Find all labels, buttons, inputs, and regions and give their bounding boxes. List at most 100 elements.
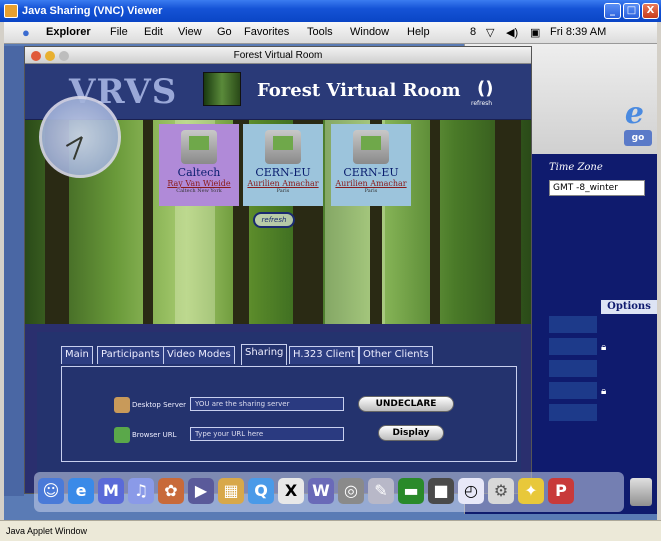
- close-window-icon[interactable]: [31, 51, 41, 61]
- table-row: [549, 338, 597, 356]
- itunes-icon[interactable]: ♫: [128, 478, 154, 504]
- display-icon[interactable]: ▣: [530, 26, 540, 39]
- menu-favorites[interactable]: Favorites: [244, 26, 289, 38]
- app-icon[interactable]: W: [308, 478, 334, 504]
- participant-caltech[interactable]: Caltech Ray Van Wieide Caltech New York: [159, 124, 239, 206]
- apple-menu-icon[interactable]: ●: [22, 25, 30, 40]
- refresh-label: refresh: [471, 100, 493, 107]
- preferences-icon[interactable]: ⚙: [488, 478, 514, 504]
- forest-window-titlebar: Forest Virtual Room: [25, 47, 531, 64]
- computer-icon: [265, 130, 301, 164]
- menu-edit[interactable]: Edit: [144, 26, 163, 38]
- participant-cern-2[interactable]: CERN-EU Aurilien Amachar Paris: [331, 124, 411, 206]
- refresh-icon[interactable]: (): [477, 78, 493, 99]
- desktop-server-icon: [114, 397, 130, 413]
- computer-icon: [353, 130, 389, 164]
- mail-icon[interactable]: M: [98, 478, 124, 504]
- network-icon[interactable]: ▽: [486, 26, 494, 39]
- menu-view[interactable]: View: [178, 26, 202, 38]
- finder-icon[interactable]: ☺: [38, 478, 64, 504]
- participant-user[interactable]: Ray Van Wieide: [159, 179, 239, 188]
- dvd-icon[interactable]: ◎: [338, 478, 364, 504]
- stickies-icon[interactable]: ✦: [518, 478, 544, 504]
- display-button[interactable]: Display: [378, 425, 444, 441]
- trash-icon[interactable]: [630, 478, 652, 506]
- menu-file[interactable]: File: [110, 26, 128, 38]
- minimize-window-icon[interactable]: [45, 51, 55, 61]
- lock-icon[interactable]: 🔒︎: [601, 386, 606, 397]
- participant-site: CERN-EU: [343, 166, 399, 179]
- tab-video-modes[interactable]: Video Modes: [163, 346, 235, 364]
- terminal-icon[interactable]: ▬: [398, 478, 424, 504]
- forest-scene: VRVS Forest Virtual Room () refresh Calt…: [25, 64, 531, 324]
- console-icon[interactable]: ■: [428, 478, 454, 504]
- room-title: Forest Virtual Room: [257, 80, 461, 101]
- time-zone-field[interactable]: GMT -8_winter: [549, 180, 645, 196]
- status-text: Java Applet Window: [6, 526, 88, 536]
- clock-icon[interactable]: ◴: [458, 478, 484, 504]
- close-button[interactable]: X: [642, 3, 659, 19]
- table-row: [549, 404, 597, 422]
- ichat-icon[interactable]: ✎: [368, 478, 394, 504]
- participant-location: Caltech New York: [176, 188, 222, 194]
- menu-help[interactable]: Help: [407, 26, 430, 38]
- participant-user[interactable]: Aurilien Amachar: [331, 179, 411, 188]
- window-title: Java Sharing (VNC) Viewer: [22, 5, 163, 17]
- computer-icon: [181, 130, 217, 164]
- menubar-number: 8: [470, 26, 477, 38]
- time-zone-label: Time Zone: [549, 162, 603, 173]
- desktop-server-label: Desktop Server: [132, 401, 187, 409]
- browser-url-field[interactable]: Type your URL here: [190, 427, 344, 441]
- mac-desktop: ● Explorer File Edit View Go Favorites T…: [4, 22, 657, 520]
- participant-location: Paris: [276, 188, 290, 194]
- participant-cern-1[interactable]: CERN-EU Aurilien Amachar Paris: [243, 124, 323, 206]
- refresh-pill-button[interactable]: refresh: [253, 212, 295, 228]
- status-bar: Java Applet Window: [0, 520, 661, 541]
- photo-icon[interactable]: ▦: [218, 478, 244, 504]
- desktop-strip: [4, 46, 24, 496]
- imovie-icon[interactable]: ▶: [188, 478, 214, 504]
- iphoto-icon[interactable]: ✿: [158, 478, 184, 504]
- table-row: [549, 382, 597, 400]
- tab-main[interactable]: Main: [61, 346, 93, 364]
- tab-h323-client[interactable]: H.323 Client: [289, 346, 359, 364]
- browser-url-icon: [114, 427, 130, 443]
- menu-window[interactable]: Window: [350, 26, 389, 38]
- control-panel: Main Participants Video Modes Sharing H.…: [37, 332, 521, 484]
- forest-thumbnail: [203, 72, 241, 106]
- browser-url-label: Browser URL: [132, 431, 177, 439]
- x11-icon[interactable]: X: [278, 478, 304, 504]
- lock-icon[interactable]: 🔒︎: [601, 342, 606, 353]
- menu-explorer[interactable]: Explorer: [46, 26, 91, 38]
- internet-explorer-icon[interactable]: e: [68, 478, 94, 504]
- undeclare-button[interactable]: UNDECLARE: [358, 396, 454, 412]
- pdf-icon[interactable]: P: [548, 478, 574, 504]
- menubar-clock[interactable]: Fri 8:39 AM: [550, 26, 606, 38]
- mac-dock: ☺ e M ♫ ✿ ▶ ▦ Q X W ◎ ✎ ▬ ■ ◴ ⚙ ✦ P: [34, 472, 624, 512]
- table-row: [549, 316, 597, 334]
- go-button[interactable]: go: [624, 130, 652, 146]
- options-header: Options: [601, 300, 657, 314]
- participant-site: Caltech: [177, 166, 221, 179]
- participant-location: Paris: [364, 188, 378, 194]
- participant-user[interactable]: Aurilien Amachar: [243, 179, 323, 188]
- desktop-server-field[interactable]: YOU are the sharing server: [190, 397, 344, 411]
- volume-icon[interactable]: ◀): [506, 26, 518, 39]
- maximize-button[interactable]: □: [623, 3, 640, 19]
- participant-site: CERN-EU: [255, 166, 311, 179]
- quicktime-icon[interactable]: Q: [248, 478, 274, 504]
- menu-tools[interactable]: Tools: [307, 26, 333, 38]
- ie-logo-icon: e: [624, 96, 644, 131]
- minimize-button[interactable]: _: [604, 3, 621, 19]
- desktop-clock-icon: [39, 96, 121, 178]
- tab-sharing[interactable]: Sharing: [241, 344, 288, 365]
- zoom-window-icon[interactable]: [59, 51, 69, 61]
- tab-other-clients[interactable]: Other Clients: [359, 346, 433, 364]
- sharing-panel: Desktop Server YOU are the sharing serve…: [61, 366, 517, 462]
- java-app-icon: [4, 4, 18, 18]
- menu-go[interactable]: Go: [217, 26, 232, 38]
- tab-participants[interactable]: Participants: [97, 346, 164, 364]
- forest-virtual-room-window: Forest Virtual Room VRVS Forest Virtual …: [24, 46, 532, 494]
- vnc-viewer-titlebar: Java Sharing (VNC) Viewer _ □ X: [0, 0, 661, 22]
- table-row: [549, 360, 597, 378]
